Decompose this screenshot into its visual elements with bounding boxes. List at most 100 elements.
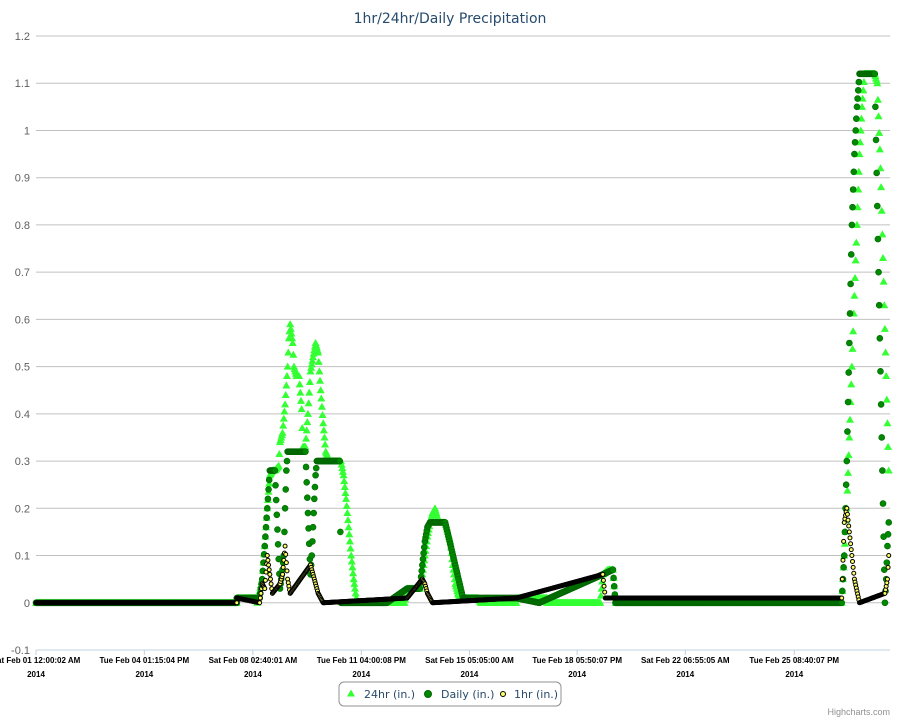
marker-daily: [839, 587, 846, 595]
marker-daily: [871, 70, 879, 78]
marker-24hr: [851, 256, 860, 264]
chart-title: 1hr/24hr/Daily Precipitation: [354, 11, 547, 27]
x-tick-year: 2014: [352, 670, 370, 679]
marker-24hr: [296, 388, 305, 396]
marker-24hr: [883, 419, 892, 427]
marker-24hr: [851, 274, 860, 282]
marker-1hr: [841, 538, 847, 544]
marker-24hr: [303, 418, 312, 426]
marker-24hr: [319, 426, 328, 434]
marker-daily: [849, 203, 856, 211]
series-24hr: [32, 69, 893, 606]
marker-daily: [304, 494, 311, 501]
marker-daily: [262, 523, 270, 531]
marker-1hr: [886, 553, 892, 559]
marker-24hr: [305, 388, 314, 396]
marker-daily: [853, 103, 861, 111]
y-tick-label: 1.2: [15, 31, 30, 43]
marker-1hr: [851, 570, 857, 576]
marker-daily: [419, 561, 426, 569]
legend-label-daily: Daily (in.): [441, 688, 494, 701]
marker-1hr: [850, 564, 856, 570]
marker-daily: [312, 471, 319, 479]
marker-1hr: [847, 535, 853, 541]
marker-daily: [262, 533, 269, 540]
marker-24hr: [873, 95, 882, 103]
y-tick-label: 0.9: [15, 173, 30, 185]
marker-daily: [840, 564, 847, 571]
marker-24hr: [317, 402, 326, 410]
marker-24hr: [317, 394, 326, 402]
marker-daily: [844, 428, 851, 435]
marker-1hr: [257, 600, 263, 606]
marker-daily: [263, 514, 270, 522]
marker-daily: [852, 127, 859, 134]
x-tick-year: 2014: [785, 670, 803, 679]
marker-1hr: [845, 517, 851, 523]
marker-24hr: [879, 253, 888, 261]
marker-1hr: [844, 505, 850, 511]
marker-daily: [842, 481, 850, 488]
marker-1hr: [839, 595, 845, 601]
marker-daily: [281, 505, 289, 512]
marker-24hr: [321, 440, 330, 448]
y-tick-label: 0.7: [15, 267, 30, 279]
marker-24hr: [282, 381, 291, 389]
marker-1hr: [258, 590, 264, 596]
marker-daily: [838, 599, 846, 607]
marker-24hr: [279, 414, 288, 422]
marker-daily: [420, 543, 428, 551]
marker-daily: [283, 467, 290, 474]
marker-daily: [848, 221, 856, 229]
x-axis-ticks: Sat Feb 01 12:00:02 AM 2014 Tue Feb 04 01:…: [0, 650, 839, 679]
marker-1hr: [262, 577, 268, 583]
marker-daily: [847, 251, 855, 258]
marker-daily: [854, 87, 862, 94]
y-tick-label: 0: [24, 598, 30, 610]
marker-1hr: [280, 564, 286, 570]
y-tick-label: 0.4: [15, 409, 30, 421]
marker-daily: [610, 582, 618, 590]
marker-daily: [281, 528, 288, 536]
x-tick-year: 2014: [135, 670, 153, 679]
marker-24hr: [877, 183, 886, 191]
marker-24hr: [316, 386, 325, 394]
marker-1hr: [848, 541, 854, 547]
marker-daily: [883, 559, 891, 566]
x-tick-label: Tue Feb 25 08:40:07 PM: [749, 656, 839, 665]
marker-daily: [875, 301, 883, 309]
marker-daily: [304, 509, 312, 517]
credits-link[interactable]: Highcharts.com: [827, 707, 890, 717]
marker-1hr: [601, 583, 607, 589]
marker-daily: [875, 268, 882, 276]
marker-daily: [282, 486, 290, 493]
marker-daily: [884, 530, 892, 538]
series-daily: [32, 70, 893, 607]
marker-daily: [263, 505, 271, 512]
series-markers: [32, 69, 893, 607]
marker-24hr: [295, 380, 304, 388]
marker-daily: [846, 310, 854, 317]
marker-24hr: [320, 433, 329, 441]
marker-24hr: [346, 544, 355, 552]
x-tick-label: Sat Feb 01 12:00:02 AM: [0, 656, 81, 665]
x-tick-label: Sat Feb 08 02:40:01 AM: [209, 656, 298, 665]
x-tick-label: Tue Feb 11 04:00:08 PM: [317, 656, 407, 665]
marker-24hr: [849, 327, 858, 335]
y-tick-label: 0.6: [15, 314, 30, 326]
marker-1hr: [844, 511, 850, 517]
x-tick-year: 2014: [244, 670, 262, 679]
marker-daily: [264, 495, 272, 503]
marker-24hr: [852, 238, 861, 246]
marker-24hr: [296, 396, 305, 404]
marker-1hr: [283, 551, 289, 557]
marker-24hr: [342, 501, 351, 509]
marker-daily: [311, 495, 318, 503]
legend-label-24hr: 24hr (in.): [364, 688, 415, 701]
marker-24hr: [882, 372, 891, 380]
legend[interactable]: 24hr (in.) Daily (in.) 1hr (in.): [338, 681, 562, 707]
marker-daily: [845, 369, 852, 376]
marker-daily: [874, 235, 882, 243]
marker-1hr: [283, 560, 289, 566]
marker-1hr: [280, 571, 286, 577]
